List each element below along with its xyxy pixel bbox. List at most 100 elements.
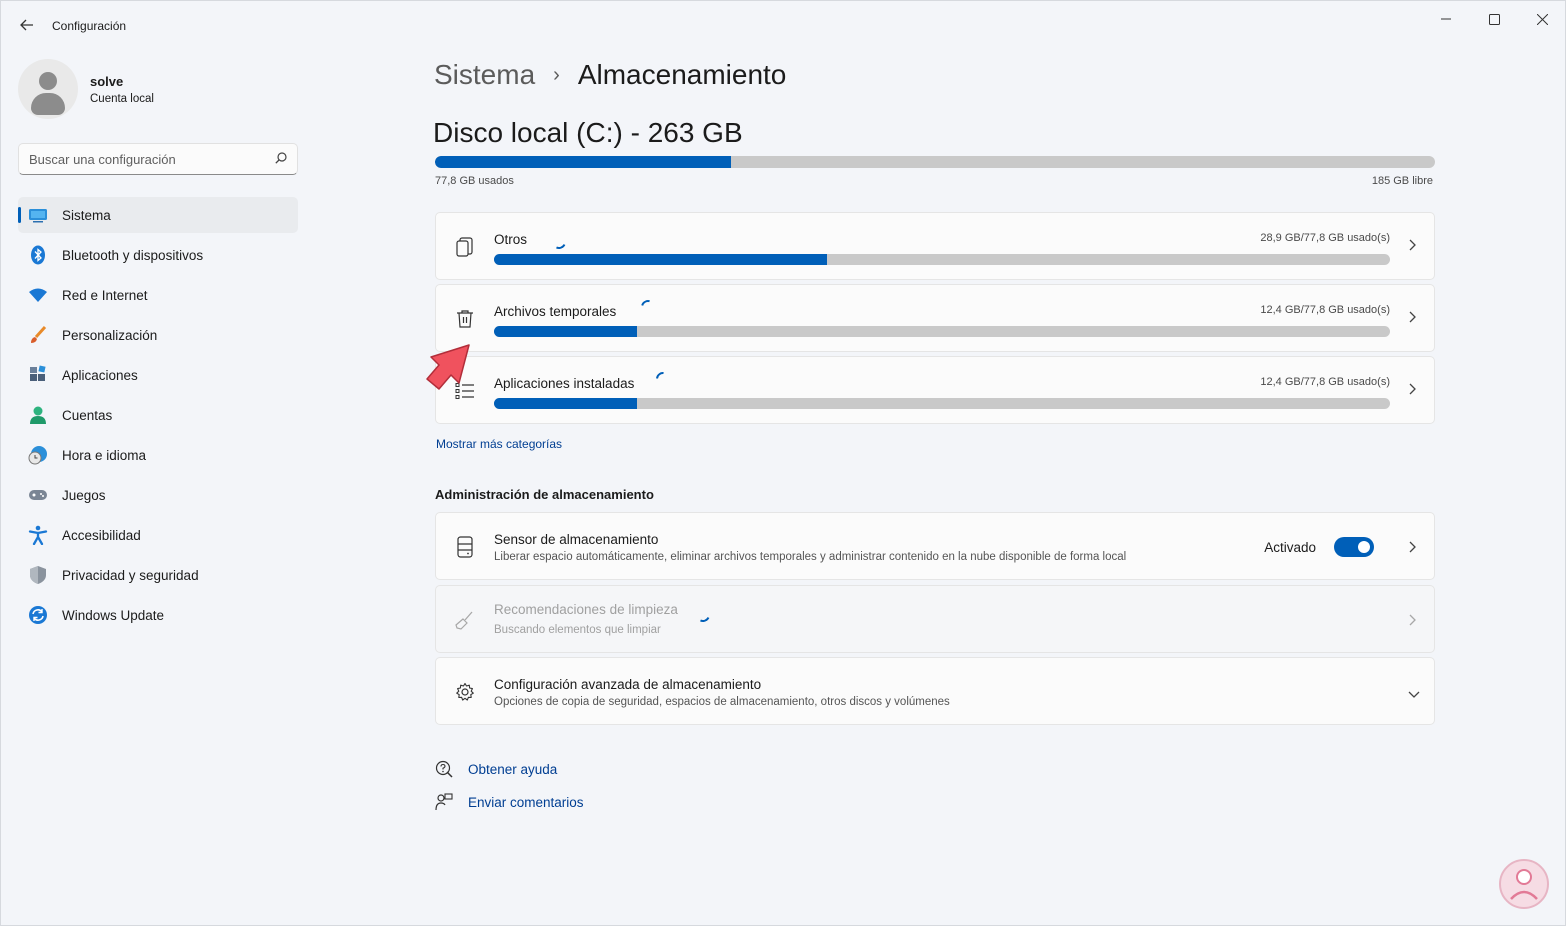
bluetooth-icon [28, 245, 48, 265]
cleanup-desc: Buscando elementos que limpiar [494, 624, 661, 636]
get-help-row[interactable]: Obtener ayuda [435, 760, 557, 778]
category-card-archivos-temporales[interactable]: Archivos temporales 12,4 GB/77,8 GB usad… [435, 284, 1435, 352]
annotation-arrow-icon [426, 344, 470, 390]
sidebar-item-label: Aplicaciones [62, 367, 138, 383]
sidebar-item-label: Cuentas [62, 407, 113, 423]
accessibility-icon [28, 525, 48, 545]
feedback-icon [435, 793, 453, 811]
breadcrumb-parent[interactable]: Sistema [434, 59, 535, 91]
category-usage-fill [494, 254, 828, 265]
advanced-storage-desc: Opciones de copia de seguridad, espacios… [494, 696, 950, 708]
back-arrow-icon [20, 19, 33, 31]
minimize-button[interactable] [1423, 5, 1469, 33]
sidebar-item-sistema[interactable]: Sistema [18, 197, 298, 233]
cleanup-title: Recomendaciones de limpieza [494, 602, 678, 617]
chevron-right-icon [1409, 382, 1416, 398]
disk-usage-bar [435, 156, 1435, 168]
advanced-storage-card[interactable]: Configuración avanzada de almacenamiento… [435, 657, 1435, 725]
close-button[interactable] [1519, 5, 1565, 33]
minimize-icon [1441, 18, 1451, 20]
sidebar-item-bluetooth[interactable]: Bluetooth y dispositivos [18, 237, 298, 273]
sidebar-item-cuentas[interactable]: Cuentas [18, 397, 298, 433]
maximize-button[interactable] [1471, 5, 1517, 33]
account-icon [28, 405, 48, 425]
search-icon[interactable] [275, 152, 287, 167]
sidebar-item-label: Windows Update [62, 607, 165, 623]
sidebar-item-label: Red e Internet [62, 287, 148, 303]
sidebar-item-label: Juegos [62, 487, 106, 503]
cleanup-recommendations-card: Recomendaciones de limpieza Buscando ele… [435, 585, 1435, 653]
chevron-right-icon [1409, 310, 1416, 326]
chevron-right-icon [1409, 540, 1416, 556]
category-usage-bar [494, 254, 1390, 265]
sidebar-item-label: Sistema [62, 207, 111, 223]
feedback-row[interactable]: Enviar comentarios [435, 793, 584, 811]
trash-icon [454, 308, 476, 330]
loading-spinner [550, 233, 568, 251]
sidebar-item-label: Accesibilidad [62, 527, 141, 543]
get-help-link[interactable]: Obtener ayuda [468, 762, 557, 777]
category-usage-fill [494, 398, 638, 409]
app-title: Configuración [52, 19, 127, 33]
sidebar-item-aplicaciones[interactable]: Aplicaciones [18, 357, 298, 393]
disk-usage-fill [435, 156, 731, 168]
maximize-icon [1488, 13, 1500, 25]
search-input[interactable] [19, 144, 259, 174]
storage-sense-title: Sensor de almacenamiento [494, 532, 659, 547]
category-label: Otros [494, 232, 528, 247]
sidebar-item-windows-update[interactable]: Windows Update [18, 597, 298, 633]
avatar [18, 59, 78, 119]
user-profile[interactable]: solve Cuenta local [18, 59, 154, 119]
watermark-logo-icon [1499, 859, 1549, 909]
update-icon [28, 605, 48, 625]
sidebar-item-privacidad[interactable]: Privacidad y seguridad [18, 557, 298, 593]
search-box[interactable] [18, 143, 298, 175]
sidebar-item-label: Bluetooth y dispositivos [62, 247, 204, 263]
storage-sense-toggle[interactable] [1334, 537, 1374, 557]
sidebar-item-red[interactable]: Red e Internet [18, 277, 298, 313]
system-icon [28, 205, 48, 225]
brush-icon [28, 325, 48, 345]
clock-globe-icon [28, 445, 48, 465]
category-label: Aplicaciones instaladas [494, 376, 635, 391]
broom-icon [454, 609, 476, 631]
category-size: 12,4 GB/77,8 GB usado(s) [1260, 304, 1390, 316]
category-size: 12,4 GB/77,8 GB usado(s) [1260, 376, 1390, 388]
disk-title: Disco local (C:) - 263 GB [433, 117, 743, 148]
gear-icon [454, 681, 476, 703]
shield-icon [28, 565, 48, 585]
advanced-storage-title: Configuración avanzada de almacenamiento [494, 677, 762, 692]
storage-sense-state: Activado [1264, 540, 1316, 555]
chevron-right-icon [1409, 613, 1416, 629]
category-size: 28,9 GB/77,8 GB usado(s) [1260, 232, 1390, 244]
loading-spinner [638, 297, 658, 317]
back-button[interactable] [13, 11, 41, 39]
sidebar-item-personalizacion[interactable]: Personalización [18, 317, 298, 353]
chevron-down-icon [1408, 685, 1420, 701]
page-title: Almacenamiento [577, 59, 787, 90]
loading-spinner [653, 369, 673, 389]
storage-drive-icon [454, 536, 476, 558]
sidebar-item-juegos[interactable]: Juegos [18, 477, 298, 513]
help-chat-icon [435, 760, 453, 778]
disk-free-label: 185 GB libre [1371, 175, 1433, 187]
profile-account-type: Cuenta local [90, 92, 154, 105]
category-label: Archivos temporales [494, 304, 617, 319]
close-icon [1536, 13, 1548, 25]
chevron-right-icon [1409, 238, 1416, 254]
apps-icon [28, 365, 48, 385]
profile-name: solve [90, 73, 124, 89]
storage-sense-desc: Liberar espacio automáticamente, elimina… [494, 551, 1127, 563]
storage-sense-card[interactable]: Sensor de almacenamiento Liberar espacio… [435, 512, 1435, 580]
feedback-link[interactable]: Enviar comentarios [468, 795, 584, 810]
sidebar-item-accesibilidad[interactable]: Accesibilidad [18, 517, 298, 553]
category-card-aplicaciones-instaladas[interactable]: Aplicaciones instaladas 12,4 GB/77,8 GB … [435, 356, 1435, 424]
category-usage-fill [494, 326, 638, 337]
title-bar: Configuración [1, 1, 1565, 49]
category-card-otros[interactable]: Otros 28,9 GB/77,8 GB usado(s) [435, 212, 1435, 280]
wifi-icon [28, 285, 48, 305]
sidebar-item-label: Privacidad y seguridad [62, 567, 199, 583]
sidebar-item-hora[interactable]: Hora e idioma [18, 437, 298, 473]
sidebar-item-label: Personalización [62, 327, 158, 343]
show-more-categories-link[interactable]: Mostrar más categorías [436, 437, 562, 451]
